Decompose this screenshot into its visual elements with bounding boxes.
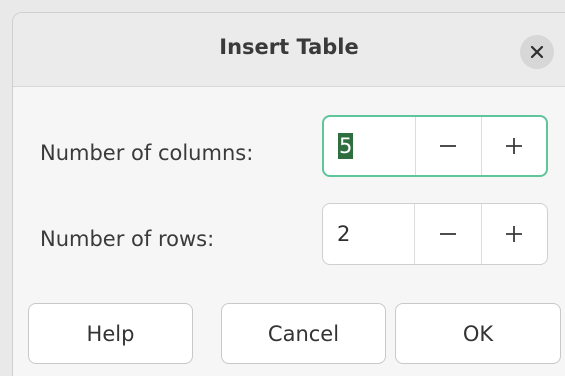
cancel-button[interactable]: Cancel — [221, 303, 386, 364]
help-button[interactable]: Help — [28, 303, 193, 364]
dialog-title: Insert Table — [219, 35, 359, 59]
rows-spin-field[interactable]: 2 — [322, 203, 548, 265]
plus-icon — [505, 138, 522, 154]
columns-input[interactable]: 5 — [324, 117, 415, 175]
close-button[interactable] — [520, 35, 554, 69]
title-bar: Insert Table — [13, 13, 565, 87]
rows-decrement-button[interactable] — [414, 204, 481, 264]
columns-label: Number of columns: — [40, 141, 254, 165]
minus-icon — [439, 233, 456, 235]
columns-spin-field[interactable]: 5 — [322, 115, 548, 177]
minus-icon — [440, 145, 457, 147]
rows-input[interactable]: 2 — [323, 204, 414, 264]
columns-decrement-button[interactable] — [415, 117, 481, 175]
rows-label: Number of rows: — [40, 227, 215, 251]
ok-button[interactable]: OK — [395, 303, 561, 364]
insert-table-dialog: Insert Table Number of columns: 5 Number… — [12, 12, 565, 376]
rows-value: 2 — [337, 222, 351, 246]
columns-value: 5 — [338, 133, 354, 159]
close-icon — [530, 45, 544, 59]
rows-increment-button[interactable] — [480, 204, 548, 264]
plus-icon — [506, 226, 523, 242]
columns-increment-button[interactable] — [480, 117, 547, 175]
